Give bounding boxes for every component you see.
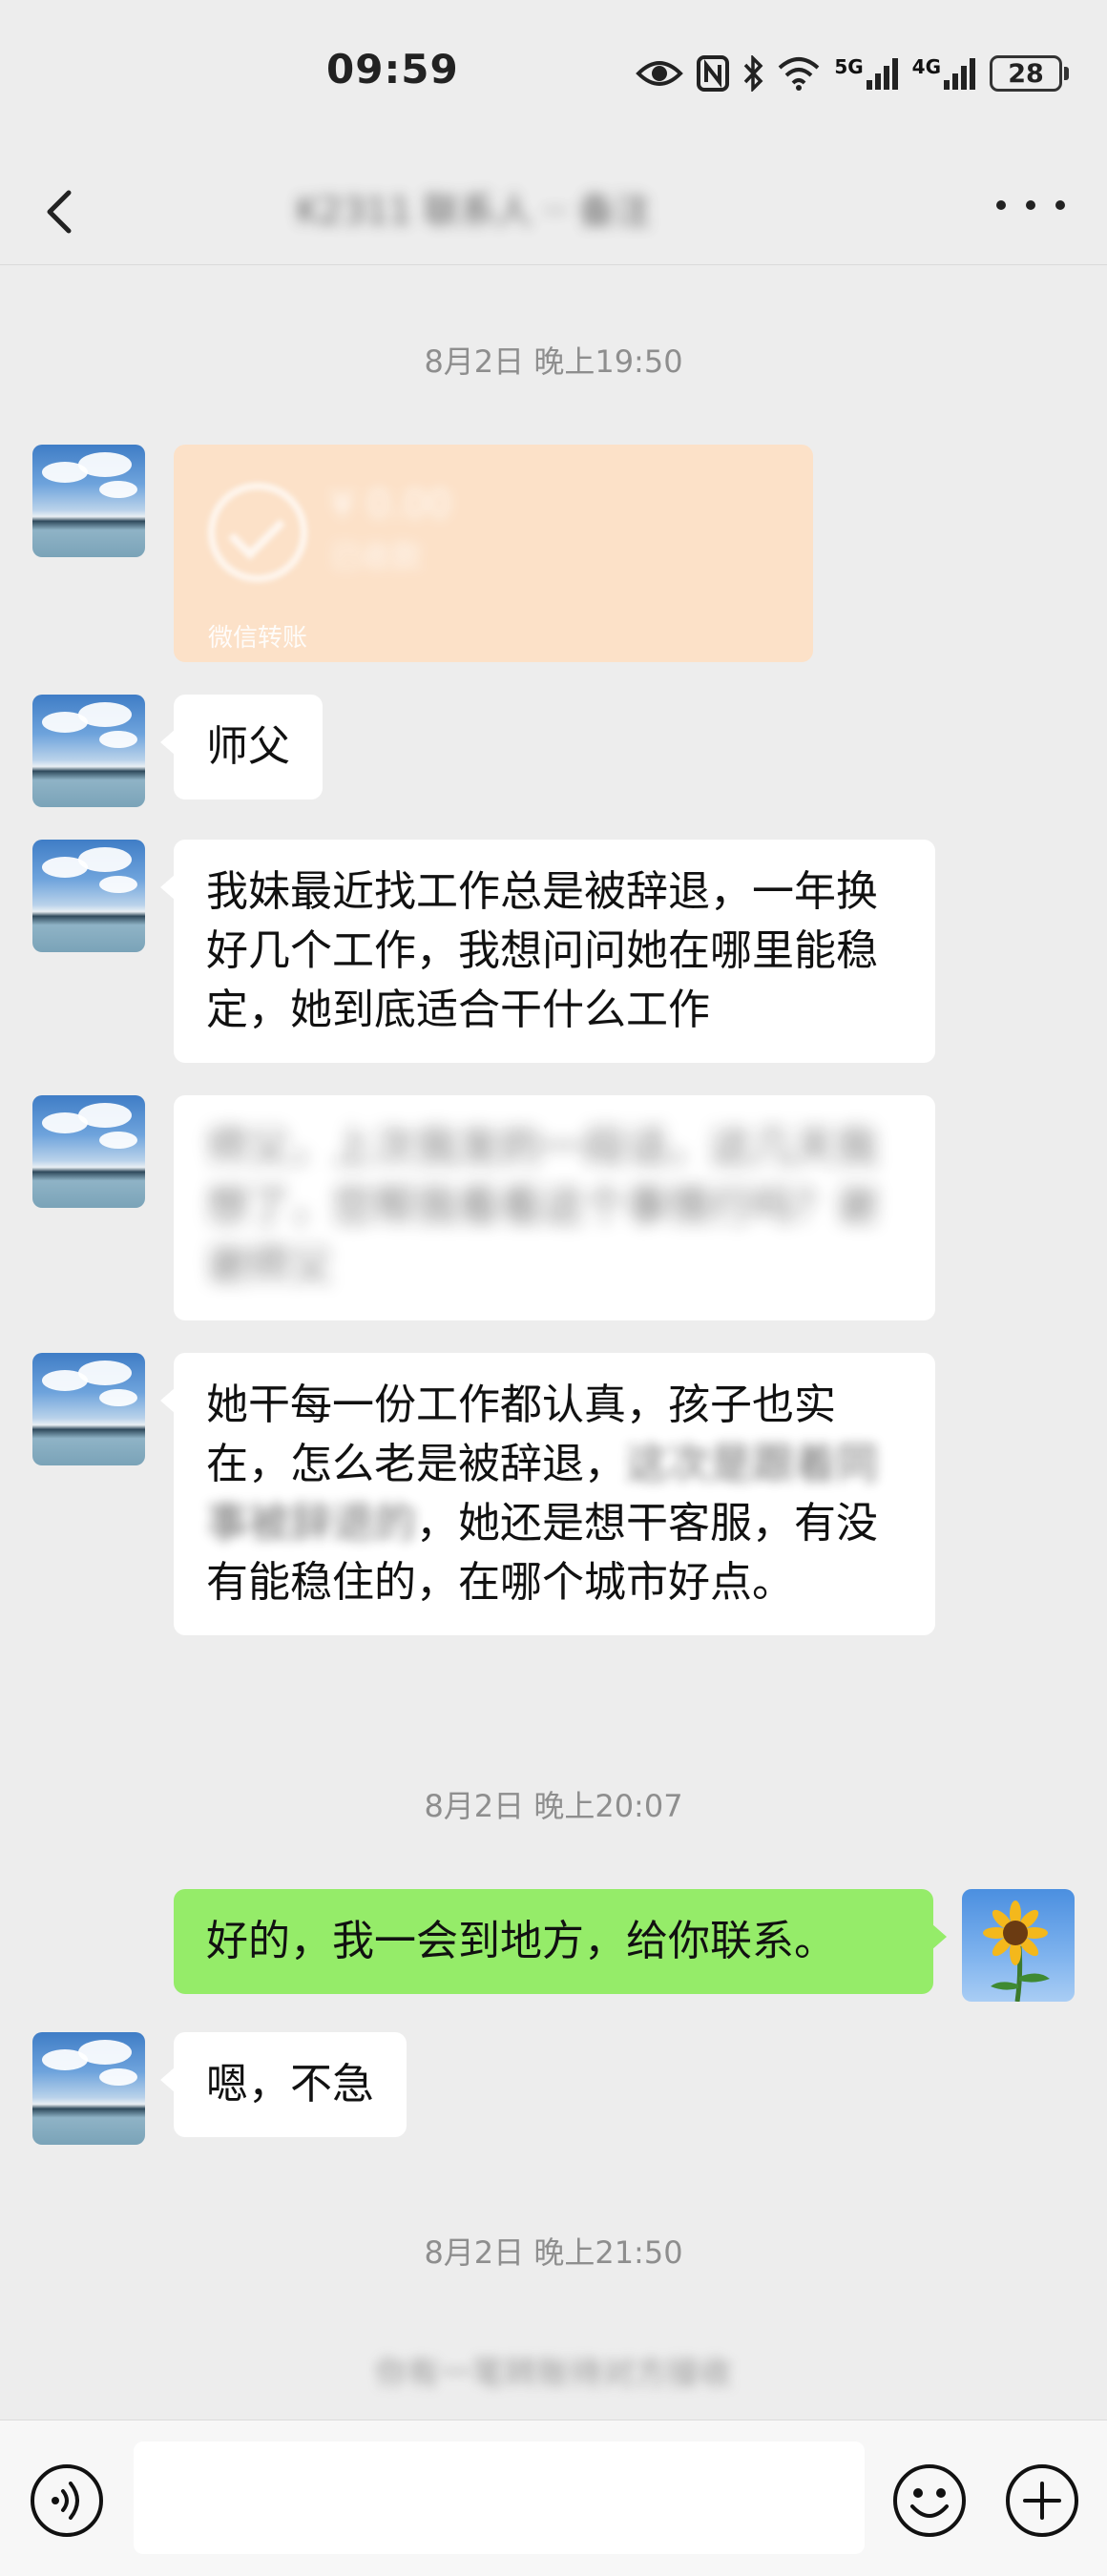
transfer-message[interactable]: ¥ 0.00 已收款 微信转账 xyxy=(174,445,813,662)
timestamp: 8月2日 晚上19:50 xyxy=(424,343,683,380)
voice-icon xyxy=(31,2464,103,2537)
message-bubble[interactable]: 师父，上次我发的一段话，这几天我想了，您帮我看看这个事情行吗？谢谢师父 xyxy=(174,1095,935,1320)
timestamp: 8月2日 晚上21:50 xyxy=(424,2234,683,2271)
back-button[interactable] xyxy=(36,172,94,239)
contact-avatar[interactable] xyxy=(32,1353,145,1465)
contact-avatar[interactable] xyxy=(32,445,145,557)
chat-header: K2311 联系人 ·· 备注 xyxy=(0,143,1107,265)
sunflower-icon xyxy=(983,1901,1050,2002)
contact-avatar[interactable] xyxy=(32,840,145,952)
system-notice: 你有一笔转账待对方接收 xyxy=(375,2355,732,2393)
emoji-button[interactable] xyxy=(891,2462,968,2539)
message-text: 好的，我一会到地方，给你联系。 xyxy=(206,1917,836,1965)
chat-title[interactable]: K2311 联系人 ·· 备注 xyxy=(296,181,811,229)
more-dot xyxy=(1055,200,1065,210)
transfer-status: 已收款 xyxy=(330,538,423,574)
input-bar xyxy=(0,2420,1107,2576)
timestamp: 8月2日 晚上20:07 xyxy=(424,1788,683,1824)
message-text: 师父 xyxy=(206,722,290,771)
message-bubble[interactable]: 师父 xyxy=(160,695,323,800)
self-avatar[interactable] xyxy=(962,1889,1075,2002)
contact-avatar[interactable] xyxy=(32,2032,145,2145)
message-text: 师父，上次我发的一段话，这几天我想了，您帮我看看这个事情行吗？谢谢师父 xyxy=(206,1123,878,1290)
battery-icon: 28 xyxy=(990,55,1069,92)
eye-icon xyxy=(636,61,684,86)
transfer-amount: ¥ 0.00 xyxy=(330,483,452,527)
message-bubble-self[interactable]: 好的，我一会到地方，给你联系。 xyxy=(174,1889,947,1994)
message-text: 嗯，不急 xyxy=(206,2060,374,2109)
wifi-icon xyxy=(778,57,820,91)
nfc-icon xyxy=(697,55,730,92)
network-5g-label: 5G xyxy=(834,55,864,78)
more-button[interactable] xyxy=(996,181,1065,229)
message-text: 我妹最近找工作总是被辞退，一年换好几个工作，我想问问她在哪里能稳定，她到底适合干… xyxy=(206,867,878,1034)
contact-avatar[interactable] xyxy=(32,695,145,807)
voice-button[interactable] xyxy=(29,2462,105,2539)
message-bubble[interactable]: 她干每一份工作都认真，孩子也实在，怎么老是被辞退，这次是跟着同事被辞退的，她还是… xyxy=(160,1353,935,1635)
emoji-icon xyxy=(893,2464,966,2537)
contact-avatar[interactable] xyxy=(32,1095,145,1208)
more-dot xyxy=(1026,200,1035,210)
plus-button[interactable] xyxy=(1004,2462,1080,2539)
network-4g-label: 4G xyxy=(911,55,941,78)
status-icons: 5G 4G 28 xyxy=(636,50,1069,97)
battery-level: 28 xyxy=(990,55,1062,92)
message-input[interactable] xyxy=(134,2441,865,2554)
signal-5g-icon: 5G xyxy=(834,57,898,90)
transfer-label: 微信转账 xyxy=(208,624,308,653)
header-divider xyxy=(0,264,1107,265)
bluetooth-icon xyxy=(744,55,763,92)
more-dot xyxy=(996,200,1006,210)
status-bar: 09:59 5G 4G 28 xyxy=(0,0,1107,143)
chevron-left-icon xyxy=(47,190,72,234)
signal-4g-icon: 4G xyxy=(912,57,976,90)
message-bubble[interactable]: 我妹最近找工作总是被辞退，一年换好几个工作，我想问问她在哪里能稳定，她到底适合干… xyxy=(160,840,935,1063)
status-time: 09:59 xyxy=(326,46,459,93)
message-bubble[interactable]: 嗯，不急 xyxy=(160,2032,407,2137)
plus-icon xyxy=(1006,2464,1078,2537)
transfer-check-icon xyxy=(208,483,307,582)
